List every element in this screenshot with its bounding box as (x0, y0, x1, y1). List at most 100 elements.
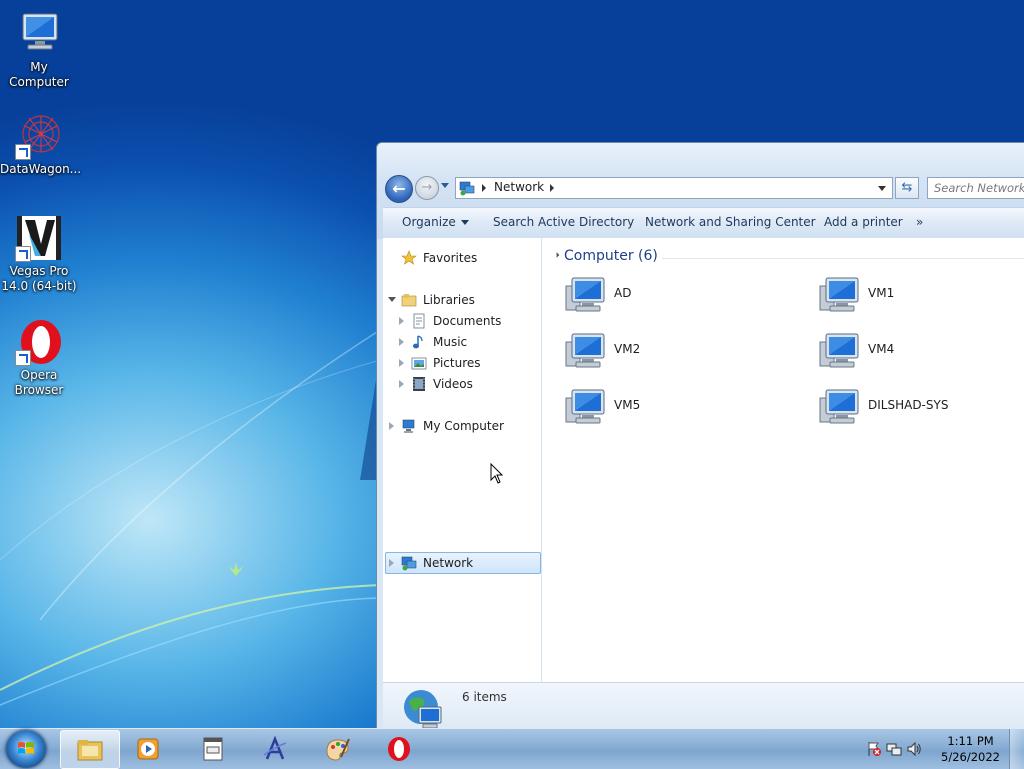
computer-icon (402, 419, 415, 433)
nav-label: Music (433, 335, 468, 349)
desktop-icon-my-computer[interactable]: My Computer (0, 10, 78, 90)
forward-button[interactable]: → (415, 176, 439, 200)
computer-icon (15, 10, 63, 58)
taskbar-notepad[interactable] (184, 730, 242, 767)
computer-item-vm4[interactable]: VM4 (816, 332, 1016, 378)
nav-label: Network (423, 556, 474, 570)
computer-item-vm1[interactable]: VM1 (816, 276, 1016, 322)
back-arrow-icon: ← (392, 179, 406, 198)
videos-icon (413, 377, 425, 391)
computer-name: VM2 (614, 342, 641, 356)
recent-pages-dropdown[interactable] (441, 183, 449, 188)
network-sharing-center-button[interactable]: Network and Sharing Center (645, 215, 816, 229)
clock[interactable]: 1:11 PM 5/26/2022 (941, 733, 1000, 765)
expand-arrow-icon[interactable] (399, 380, 404, 388)
add-printer-button[interactable]: Add a printer (824, 215, 903, 229)
datawagon-icon (15, 112, 63, 160)
organize-label: Organize (402, 215, 456, 229)
taskbar-font-app[interactable] (246, 730, 304, 767)
opera-icon (15, 318, 63, 366)
taskbar-opera[interactable] (370, 730, 428, 767)
expand-arrow-icon[interactable] (399, 317, 404, 325)
desktop-icon-label: DataWagon... (0, 162, 82, 176)
volume-icon[interactable] (906, 741, 922, 757)
address-dropdown-icon[interactable] (878, 186, 886, 191)
nav-label: Documents (433, 314, 502, 328)
pictures-icon (411, 357, 427, 370)
item-count: 6 items (462, 690, 507, 704)
window-chrome: ← → Network ⇆ Search Network Organize Se… (377, 143, 1024, 239)
documents-icon (413, 313, 425, 329)
address-bar[interactable]: Network (455, 177, 893, 199)
computer-item-vm5[interactable]: VM5 (562, 388, 762, 434)
taskbar-paint[interactable] (308, 730, 366, 767)
group-collapse-icon[interactable] (551, 252, 560, 260)
command-bar: Organize Search Active Directory Network… (383, 207, 1024, 239)
search-input[interactable]: Search Network (927, 177, 1024, 199)
action-center-flag-icon[interactable] (866, 741, 882, 757)
windows-logo-icon (18, 742, 34, 754)
desktop-icon-label: My Computer (9, 60, 69, 89)
navigation-pane: Favorites Libraries Documents Music Pict… (383, 238, 542, 682)
network-tray-icon[interactable] (886, 741, 902, 757)
group-divider (662, 258, 1024, 259)
desktop-icon-opera[interactable]: Opera Browser (0, 318, 78, 398)
nav-label: Videos (433, 377, 473, 391)
network-icon (401, 556, 417, 571)
taskbar-windows-explorer[interactable] (60, 730, 120, 769)
expand-arrow-icon[interactable] (399, 359, 404, 367)
show-desktop-button[interactable] (1009, 729, 1024, 769)
nav-label: Pictures (433, 356, 481, 370)
nav-label: Favorites (423, 251, 478, 265)
computer-name: AD (614, 286, 632, 300)
computer-item-dilshad-sys[interactable]: DILSHAD-SYS (816, 388, 1016, 434)
network-globe-icon (404, 690, 442, 729)
shortcut-arrow-icon (15, 144, 31, 160)
music-icon (413, 335, 423, 349)
computer-item-vm2[interactable]: VM2 (562, 332, 762, 378)
network-computer-icon (819, 389, 859, 424)
nav-label: Libraries (423, 293, 475, 307)
expand-arrow-icon[interactable] (389, 422, 394, 430)
network-computer-icon (565, 277, 605, 312)
network-computer-icon (565, 389, 605, 424)
paint-palette-icon (326, 738, 350, 761)
desktop-icon-vegas-pro[interactable]: Vegas Pro 14.0 (64-bit) (0, 214, 78, 294)
font-app-icon (263, 735, 287, 760)
expand-arrow-icon[interactable] (399, 338, 404, 346)
computer-name: VM4 (868, 342, 895, 356)
computer-item-ad[interactable]: AD (562, 276, 762, 322)
nav-label: My Computer (423, 419, 504, 433)
collapse-arrow-icon[interactable] (388, 297, 396, 302)
computer-name: DILSHAD-SYS (868, 398, 949, 412)
network-computer-icon (819, 333, 859, 368)
chevron-down-icon (460, 220, 469, 225)
group-title[interactable]: Computer (6) (564, 248, 658, 264)
computer-name: VM5 (614, 398, 641, 412)
refresh-button[interactable]: ⇆ (895, 177, 919, 199)
vegas-pro-icon (15, 214, 63, 262)
desktop-icon-label: Vegas Pro 14.0 (64-bit) (1, 264, 77, 293)
start-button[interactable] (6, 730, 46, 768)
breadcrumb-network[interactable]: Network (494, 180, 544, 194)
organize-button[interactable]: Organize (402, 215, 469, 229)
folder-icon (77, 740, 103, 761)
network-icon (459, 181, 475, 196)
system-tray: 1:11 PM 5/26/2022 (854, 729, 1024, 769)
notepad-icon (203, 737, 223, 761)
expand-arrow-icon[interactable] (389, 559, 394, 567)
more-commands-button[interactable]: » (916, 215, 923, 229)
back-button[interactable]: ← (385, 175, 413, 203)
refresh-icon: ⇆ (901, 180, 913, 195)
shortcut-arrow-icon (15, 350, 31, 366)
details-pane: 6 items (383, 682, 1024, 733)
taskbar-media-player[interactable] (119, 730, 177, 767)
clock-date: 5/26/2022 (941, 750, 1000, 764)
forward-arrow-icon: → (421, 180, 433, 195)
explorer-window: ← → Network ⇆ Search Network Organize Se… (376, 142, 1024, 734)
network-computer-icon (819, 277, 859, 312)
opera-icon (388, 737, 410, 761)
breadcrumb-separator-icon[interactable] (550, 184, 554, 192)
desktop-icon-datawagon[interactable]: DataWagon... (0, 112, 82, 177)
search-active-directory-button[interactable]: Search Active Directory (493, 215, 634, 229)
